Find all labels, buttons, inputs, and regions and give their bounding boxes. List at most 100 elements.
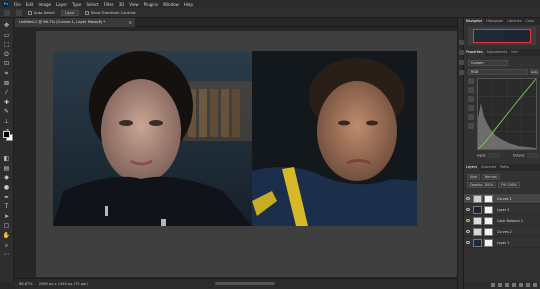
menu-edit[interactable]: Edit	[26, 2, 34, 7]
auto-select-checkbox[interactable]: Auto-Select	[28, 10, 55, 15]
menu-plugins[interactable]: Plugins	[144, 2, 158, 7]
menu-bar: Ps File Edit Image Layer Type Select Fil…	[0, 0, 540, 8]
visibility-eye-icon[interactable]	[466, 230, 470, 233]
healing-brush-tool-icon[interactable]: ✚	[2, 99, 11, 106]
eyedropper-tool-icon[interactable]: ⁄	[2, 89, 11, 96]
move-tool-icon[interactable]: ✥	[2, 22, 11, 29]
object-select-tool-icon[interactable]: ⊡	[2, 60, 11, 67]
output-field[interactable]	[527, 153, 539, 158]
panel-icon-strip	[457, 18, 464, 289]
document-info[interactable]: 2560 px x 1440 px (72 ppi)	[39, 279, 88, 289]
curves-channel-dropdown[interactable]: RGB	[468, 69, 528, 75]
crop-tool-icon[interactable]: ⌗	[2, 70, 11, 77]
more-tools-icon[interactable]: ⋯	[2, 251, 11, 258]
opacity-field[interactable]: Opacity: 100%	[467, 182, 497, 188]
curves-graph[interactable]	[477, 78, 537, 150]
artboard-tool-icon[interactable]: ▭	[2, 32, 11, 39]
tab-layers[interactable]: Layers	[464, 164, 479, 171]
curves-preset-dropdown[interactable]: Custom	[468, 60, 508, 66]
menu-image[interactable]: Image	[38, 2, 51, 7]
link-layers-icon[interactable]	[491, 283, 495, 287]
tab-color[interactable]: Color	[524, 18, 537, 25]
marquee-tool-icon[interactable]: ⬚	[2, 41, 11, 48]
close-tab-icon[interactable]: ×	[129, 18, 132, 27]
checkbox-icon	[84, 10, 89, 15]
layer-row[interactable]: Layer 2	[464, 205, 540, 215]
new-layer-icon[interactable]	[526, 283, 530, 287]
layer-row[interactable]: Layer 1	[464, 238, 540, 248]
menu-help[interactable]: Help	[184, 2, 193, 7]
pen-tool-icon[interactable]: ✒	[2, 194, 11, 201]
menu-filter[interactable]: Filter	[104, 2, 114, 7]
layer-row[interactable]: Color Balance 1	[464, 216, 540, 226]
eraser-tool-icon[interactable]: ◧	[2, 155, 11, 162]
tab-navigator[interactable]: Navigator	[464, 18, 485, 25]
menu-type[interactable]: Type	[72, 2, 81, 7]
menu-window[interactable]: Window	[163, 2, 179, 7]
home-icon[interactable]	[4, 9, 10, 16]
layer-name: Curves 2	[497, 230, 512, 234]
menu-file[interactable]: File	[14, 2, 21, 7]
target-adjust-icon[interactable]	[468, 78, 474, 84]
tab-properties[interactable]: Properties	[464, 49, 485, 56]
black-point-eyedropper-icon[interactable]	[468, 87, 474, 93]
curves-auto-button[interactable]: Auto	[530, 69, 539, 75]
path-select-tool-icon[interactable]: ➤	[2, 213, 11, 220]
visibility-eye-icon[interactable]	[466, 241, 470, 244]
gray-point-eyedropper-icon[interactable]	[468, 96, 474, 102]
layer-options: Kind Normal	[467, 174, 537, 180]
layer-name: Curves 1	[497, 197, 512, 201]
fill-field[interactable]: Fill: 100%	[498, 182, 520, 188]
layer-row[interactable]: Curves 2	[464, 227, 540, 237]
tab-libraries[interactable]: Libraries	[505, 18, 523, 25]
layer-mask-thumbnail	[484, 217, 493, 225]
gradient-tool-icon[interactable]: ▤	[2, 165, 11, 172]
add-mask-icon[interactable]	[505, 283, 509, 287]
zoom-level[interactable]: 66.67%	[19, 279, 33, 289]
menu-3d[interactable]: 3D	[119, 2, 125, 7]
layers-footer	[464, 281, 540, 289]
hand-tool-icon[interactable]: ✋	[2, 232, 11, 239]
zoom-tool-icon[interactable]: ⌕	[2, 242, 11, 249]
navigator-view-box[interactable]	[473, 29, 531, 43]
lasso-tool-icon[interactable]: ʘ	[2, 51, 11, 58]
visibility-eye-icon[interactable]	[466, 208, 470, 211]
tab-adjustments[interactable]: Adjustments	[485, 49, 510, 56]
document-tab[interactable]: Untitled-1 @ 66.7% (Curves 1, Layer Mask…	[15, 18, 135, 27]
pencil-draw-icon[interactable]	[468, 123, 474, 129]
dodge-tool-icon[interactable]: ●	[2, 184, 11, 191]
blur-tool-icon[interactable]: ◆	[2, 174, 11, 181]
clone-stamp-tool-icon[interactable]: ⊥	[2, 118, 11, 125]
visibility-eye-icon[interactable]	[466, 219, 470, 222]
frame-tool-icon[interactable]: ⊠	[2, 80, 11, 87]
horizontal-scrollbar[interactable]	[215, 282, 275, 285]
new-adjustment-icon[interactable]	[512, 283, 516, 287]
trash-icon[interactable]	[533, 283, 537, 287]
menu-select[interactable]: Select	[86, 2, 98, 7]
curve-points-icon[interactable]	[468, 114, 474, 120]
tab-histogram[interactable]: Histogram	[484, 18, 505, 25]
type-tool-icon[interactable]: T	[2, 203, 11, 210]
layer-row[interactable]: Curves 1	[464, 194, 540, 204]
foreground-color-swatch[interactable]	[3, 131, 10, 138]
curves-io-row: Input: Output:	[477, 153, 539, 159]
menu-layer[interactable]: Layer	[56, 2, 67, 7]
add-style-icon[interactable]	[498, 283, 502, 287]
tab-paths[interactable]: Paths	[498, 164, 511, 171]
visibility-eye-icon[interactable]	[466, 197, 470, 200]
menu-view[interactable]: View	[129, 2, 139, 7]
tab-info[interactable]: Info	[509, 49, 519, 56]
tab-channels[interactable]: Channels	[479, 164, 498, 171]
blend-mode-dropdown[interactable]: Normal	[482, 174, 500, 180]
move-tool-preset-icon[interactable]	[16, 9, 22, 16]
layer-mask-thumbnail	[484, 206, 493, 214]
show-transform-checkbox[interactable]: Show Transform Controls	[84, 10, 136, 15]
white-point-eyedropper-icon[interactable]	[468, 105, 474, 111]
layer-kind-filter[interactable]: Kind	[467, 174, 481, 180]
navigator-thumbnail[interactable]	[468, 27, 536, 45]
new-group-icon[interactable]	[519, 283, 523, 287]
input-field[interactable]	[488, 153, 501, 158]
layer-dropdown[interactable]: Layer	[60, 9, 79, 16]
brush-tool-icon[interactable]: ✎	[2, 108, 11, 115]
shape-tool-icon[interactable]: ▢	[2, 222, 11, 229]
